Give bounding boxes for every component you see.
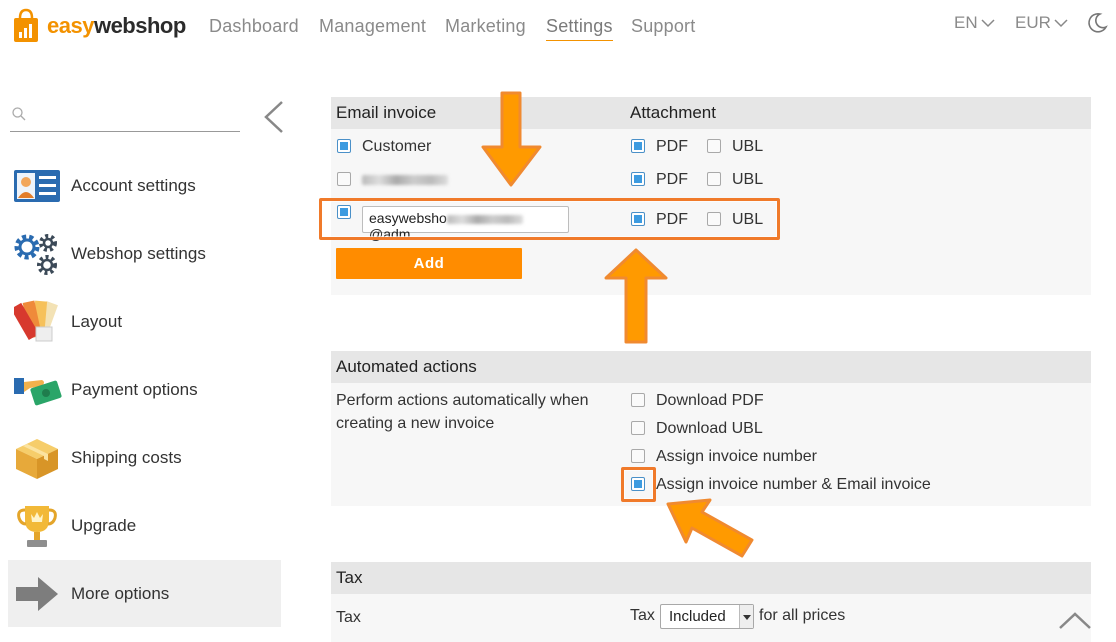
sidebar-item-payment-options[interactable]: Payment options	[8, 356, 281, 423]
automated-actions-description-2: creating a new invoice	[336, 415, 495, 432]
ubl-checkbox[interactable]	[707, 139, 721, 153]
collapse-sidebar-icon[interactable]	[262, 100, 286, 134]
shopping-bag-icon	[14, 8, 38, 42]
email-invoice-header: Email invoice Attachment	[331, 97, 1091, 129]
assign-and-email-label: Assign invoice number & Email invoice	[656, 476, 931, 493]
sidebar-item-label: More options	[71, 583, 170, 603]
redacted-recipient	[362, 175, 448, 185]
brand-name: easywebshop	[47, 13, 186, 38]
arrow-up-annotation-icon	[604, 248, 668, 344]
assign-invoice-number-label: Assign invoice number	[656, 448, 817, 465]
automated-actions-heading: Automated actions	[336, 357, 477, 376]
customer-label: Customer	[362, 138, 432, 155]
sidebar-item-shipping-costs[interactable]: Shipping costs	[8, 424, 281, 491]
moon-icon[interactable]	[1086, 12, 1108, 34]
arrow-right-icon	[16, 576, 58, 611]
download-ubl-checkbox[interactable]	[631, 421, 645, 435]
download-pdf-checkbox[interactable]	[631, 393, 645, 407]
pdf-label: PDF	[656, 171, 688, 188]
sidebar-item-label: Account settings	[71, 175, 196, 195]
highlight-email-row	[319, 198, 780, 240]
tax-suffix: for all prices	[759, 607, 846, 624]
currency-selector[interactable]: EUR	[1015, 13, 1068, 33]
sidebar-item-layout[interactable]: Layout	[8, 288, 281, 355]
ubl-label: UBL	[732, 171, 764, 188]
tax-header: Tax	[331, 562, 1091, 594]
arrow-down-annotation-icon	[481, 91, 542, 187]
highlight-assign-email-checkbox	[621, 467, 656, 502]
email-invoice-heading: Email invoice	[336, 103, 437, 122]
arrow-diagonal-annotation-icon	[666, 498, 754, 558]
ubl-checkbox[interactable]	[707, 172, 721, 186]
recipient-checkbox[interactable]	[337, 172, 351, 186]
search-icon	[12, 107, 26, 121]
color-swatches-icon	[14, 300, 58, 341]
sidebar-item-webshop-settings[interactable]: Webshop settings	[8, 220, 281, 287]
customer-checkbox[interactable]	[337, 139, 351, 153]
language-selector[interactable]: EN	[954, 13, 995, 33]
payment-hand-icon	[14, 377, 62, 405]
assign-invoice-number-checkbox[interactable]	[631, 449, 645, 463]
tax-prefix: Tax	[630, 607, 655, 624]
chevron-down-icon	[1054, 19, 1068, 28]
ubl-label: UBL	[732, 138, 764, 155]
nav-support[interactable]: Support	[631, 16, 695, 37]
search-input[interactable]	[32, 104, 232, 126]
trophy-icon	[17, 505, 57, 547]
tax-selected-value: Included	[669, 608, 726, 625]
sidebar-item-upgrade[interactable]: Upgrade	[8, 492, 281, 559]
chevron-down-icon	[739, 605, 753, 628]
nav-marketing[interactable]: Marketing	[445, 16, 526, 37]
pdf-checkbox[interactable]	[631, 172, 645, 186]
sidebar-item-label: Upgrade	[71, 515, 137, 535]
sidebar-item-label: Shipping costs	[71, 447, 182, 467]
gears-icon	[14, 233, 57, 275]
sidebar-item-label: Webshop settings	[71, 243, 206, 263]
tax-select[interactable]: Included	[660, 604, 754, 629]
nav-management[interactable]: Management	[319, 16, 426, 37]
sidebar-item-label: Layout	[71, 311, 123, 331]
package-box-icon	[16, 438, 58, 479]
nav-dashboard[interactable]: Dashboard	[209, 16, 299, 37]
top-navigation-bar: easywebshop Dashboard Management Marketi…	[0, 0, 1116, 66]
pdf-checkbox[interactable]	[631, 139, 645, 153]
sidebar-item-label: Payment options	[71, 379, 198, 399]
sidebar-item-account-settings[interactable]: Account settings	[8, 152, 281, 219]
sidebar-item-more-options[interactable]: More options	[8, 560, 281, 627]
automated-actions-header: Automated actions	[331, 351, 1091, 383]
nav-settings[interactable]: Settings	[546, 16, 613, 41]
tax-heading: Tax	[336, 568, 363, 587]
tax-panel: Tax	[331, 562, 1091, 642]
language-value: EN	[954, 13, 978, 32]
download-pdf-label: Download PDF	[656, 392, 764, 409]
chevron-down-icon	[981, 19, 995, 28]
attachment-heading: Attachment	[630, 103, 716, 122]
automated-actions-description: Perform actions automatically when	[336, 392, 589, 409]
tax-row-label: Tax	[336, 609, 361, 626]
download-ubl-label: Download UBL	[656, 420, 763, 437]
account-card-icon	[14, 169, 60, 202]
pdf-label: PDF	[656, 138, 688, 155]
add-recipient-button[interactable]: Add	[336, 248, 522, 279]
scroll-to-top-icon[interactable]	[1058, 610, 1092, 630]
sidebar-search[interactable]	[10, 98, 240, 132]
currency-value: EUR	[1015, 13, 1051, 32]
easywebshop-logo[interactable]: easywebshop	[12, 6, 186, 46]
